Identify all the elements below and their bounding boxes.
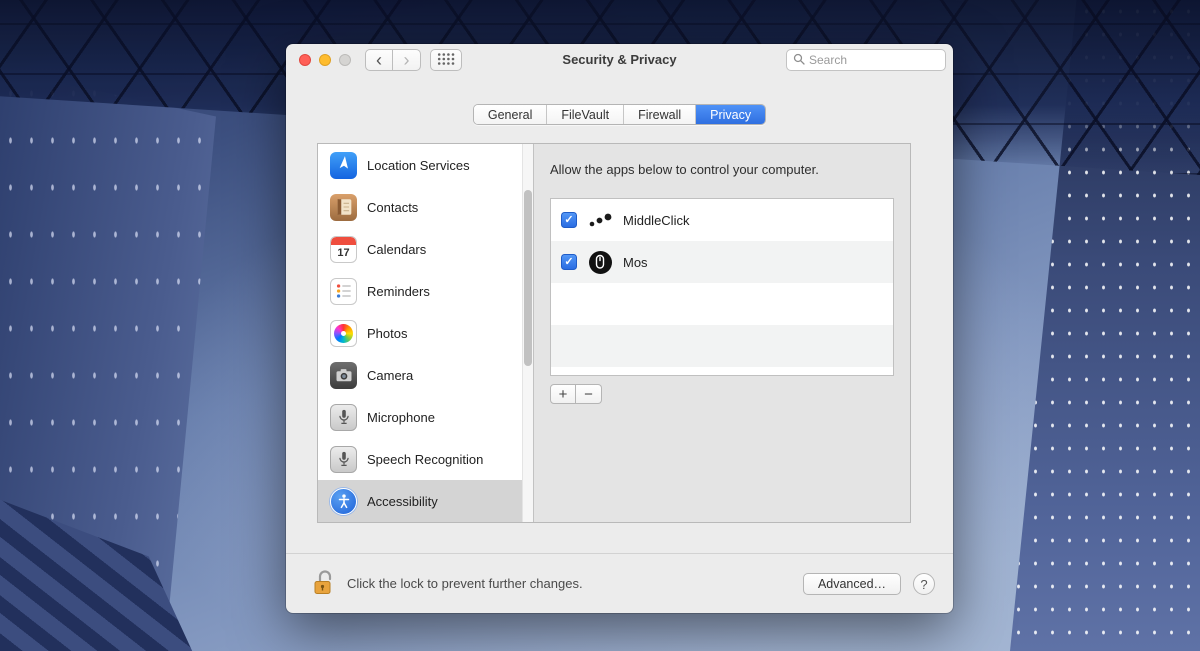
tab-filevault[interactable]: FileVault xyxy=(547,105,624,124)
help-button[interactable]: ? xyxy=(913,573,935,595)
app-checkbox-mos[interactable] xyxy=(561,254,577,270)
sidebar-item-label: Microphone xyxy=(367,410,435,425)
advanced-button[interactable]: Advanced… xyxy=(803,573,901,595)
app-row-middleclick[interactable]: MiddleClick xyxy=(551,199,893,241)
sidebar-item-label: Camera xyxy=(367,368,413,383)
nav-buttons: ‹ › xyxy=(365,49,421,71)
location-services-icon xyxy=(330,152,357,179)
remove-app-button[interactable]: − xyxy=(576,384,602,404)
grid-icon xyxy=(437,52,455,69)
sidebar-item-label: Contacts xyxy=(367,200,418,215)
search-icon xyxy=(793,53,805,68)
add-app-button[interactable]: + xyxy=(550,384,576,404)
photos-icon xyxy=(330,320,357,347)
sidebar-scrollbar-thumb[interactable] xyxy=(524,190,532,366)
search-field[interactable] xyxy=(786,49,946,71)
titlebar: ‹ › Security & Privacy xyxy=(286,44,953,76)
calendar-icon-header xyxy=(331,237,356,245)
zoom-button[interactable] xyxy=(339,54,351,66)
sidebar-item-label: Reminders xyxy=(367,284,430,299)
camera-icon xyxy=(330,362,357,389)
calendar-icon-day: 17 xyxy=(337,245,349,262)
sidebar-item-label: Location Services xyxy=(367,158,470,173)
close-button[interactable] xyxy=(299,54,311,66)
sidebar-item-accessibility[interactable]: Accessibility xyxy=(318,480,533,522)
tab-bar: General FileVault Firewall Privacy xyxy=(286,104,953,125)
allowed-apps-list: MiddleClick Mos xyxy=(550,198,894,376)
sidebar-scrollbar[interactable] xyxy=(522,144,533,522)
accessibility-icon xyxy=(330,488,357,515)
sidebar-item-photos[interactable]: Photos xyxy=(318,312,533,354)
sidebar-item-speech-recognition[interactable]: Speech Recognition xyxy=(318,438,533,480)
empty-row xyxy=(551,325,893,367)
sidebar-item-reminders[interactable]: Reminders xyxy=(318,270,533,312)
privacy-sidebar: Location Services Contacts xyxy=(318,144,534,522)
sidebar-item-label: Photos xyxy=(367,326,407,341)
sidebar-item-label: Calendars xyxy=(367,242,426,257)
show-all-button[interactable] xyxy=(430,49,462,71)
sidebar-item-calendars[interactable]: 17 Calendars xyxy=(318,228,533,270)
calendar-icon: 17 xyxy=(330,236,357,263)
mos-icon-circle xyxy=(589,251,612,274)
sidebar-item-camera[interactable]: Camera xyxy=(318,354,533,396)
middleclick-icon xyxy=(587,207,613,233)
add-remove-controls: + − xyxy=(550,384,894,404)
accessibility-panel: Allow the apps below to control your com… xyxy=(534,144,910,522)
traffic-lights xyxy=(299,54,351,66)
tab-privacy[interactable]: Privacy xyxy=(696,105,765,124)
window-footer: Click the lock to prevent further change… xyxy=(286,553,953,613)
app-name: MiddleClick xyxy=(623,213,689,228)
app-checkbox-middleclick[interactable] xyxy=(561,212,577,228)
sidebar-item-label: Speech Recognition xyxy=(367,452,483,467)
tab-general[interactable]: General xyxy=(474,105,547,124)
search-input[interactable] xyxy=(809,53,939,67)
speech-recognition-icon xyxy=(330,446,357,473)
app-name: Mos xyxy=(623,255,648,270)
app-row-mos[interactable]: Mos xyxy=(551,241,893,283)
sidebar-item-microphone[interactable]: Microphone xyxy=(318,396,533,438)
forward-button[interactable]: › xyxy=(393,49,421,71)
lock-hint-text: Click the lock to prevent further change… xyxy=(347,576,583,591)
contacts-icon xyxy=(330,194,357,221)
privacy-content: Location Services Contacts xyxy=(317,143,911,523)
back-button[interactable]: ‹ xyxy=(365,49,393,71)
empty-row xyxy=(551,367,893,376)
panel-description: Allow the apps below to control your com… xyxy=(550,162,894,177)
tab-firewall[interactable]: Firewall xyxy=(624,105,696,124)
unlocked-padlock-icon[interactable] xyxy=(313,568,335,599)
microphone-icon xyxy=(330,404,357,431)
security-privacy-window: ‹ › Security & Privacy xyxy=(286,44,953,613)
tab-segmented-control: General FileVault Firewall Privacy xyxy=(473,104,766,125)
sidebar-item-location-services[interactable]: Location Services xyxy=(318,144,533,186)
sidebar-item-contacts[interactable]: Contacts xyxy=(318,186,533,228)
empty-row xyxy=(551,283,893,325)
reminders-icon xyxy=(330,278,357,305)
minimize-button[interactable] xyxy=(319,54,331,66)
photos-pinwheel xyxy=(334,324,353,343)
sidebar-item-label: Accessibility xyxy=(367,494,438,509)
mos-icon xyxy=(587,249,613,275)
